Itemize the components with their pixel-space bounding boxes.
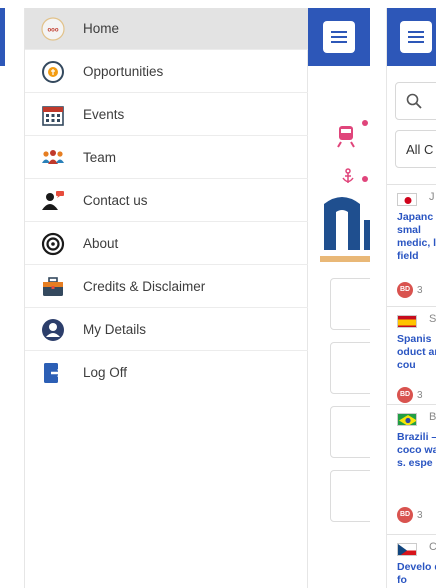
about-icon xyxy=(41,232,65,256)
team-icon xyxy=(41,146,65,170)
menu-item-label: Home xyxy=(83,21,120,36)
country-filter-select[interactable]: All C xyxy=(395,130,436,168)
menu-item-opportunities[interactable]: Opportunities xyxy=(25,51,309,93)
news-country: B xyxy=(429,411,436,423)
menu-item-label: My Details xyxy=(83,322,147,337)
pin-dot-icon xyxy=(362,176,368,182)
menu-item-events[interactable]: Events xyxy=(25,94,309,136)
home-logo-icon: ooo xyxy=(41,17,65,41)
briefcase-icon xyxy=(41,275,65,299)
menu-item-about[interactable]: About xyxy=(25,223,309,265)
background-screen-sliver xyxy=(0,0,12,588)
anchor-icon xyxy=(340,168,356,189)
opportunities-icon xyxy=(41,60,65,84)
home-card[interactable] xyxy=(330,342,370,394)
czech-flag-icon xyxy=(397,543,417,556)
menu-item-label: Log Off xyxy=(83,365,128,380)
menu-item-contact-us[interactable]: Contact us xyxy=(25,180,309,222)
menu-item-label: Team xyxy=(83,150,117,165)
calendar-icon xyxy=(41,103,65,127)
menu-button[interactable] xyxy=(323,21,355,53)
navigation-drawer: ooo Home Opportunities Events Team Conta… xyxy=(24,8,309,588)
user-icon xyxy=(41,318,65,342)
news-item[interactable]: J Japanc g smal medic, l field BD 3 xyxy=(387,184,436,298)
badge-icon: BD xyxy=(397,282,413,298)
news-title[interactable]: Japanc g smal medic, l field xyxy=(397,211,436,263)
menu-item-label: Credits & Disclaimer xyxy=(83,279,206,294)
transport-icon xyxy=(336,124,358,153)
country-filter-value: All C xyxy=(406,142,434,157)
menu-button[interactable] xyxy=(400,21,432,53)
badge-icon: BD xyxy=(397,507,413,523)
news-country: C xyxy=(429,541,436,553)
contact-icon xyxy=(41,189,65,213)
news-title[interactable]: Develo des fo xyxy=(397,561,436,587)
news-item[interactable]: S Spanis oduct an cou BD 3 xyxy=(387,306,436,403)
badge-count: 3 xyxy=(417,510,423,521)
app-header xyxy=(308,8,370,66)
background-home-screen xyxy=(308,8,370,588)
background-header-bar xyxy=(0,8,5,66)
menu-item-label: About xyxy=(83,236,119,251)
news-item[interactable]: B Brazili – coco wantir s. espe BD 3 xyxy=(387,404,436,532)
menu-item-label: Events xyxy=(83,107,125,122)
search-icon xyxy=(406,93,422,114)
menu-item-label: Opportunities xyxy=(83,64,164,79)
menu-item-team[interactable]: Team xyxy=(25,137,309,179)
brazil-flag-icon xyxy=(397,413,417,426)
menu-item-label: Contact us xyxy=(83,193,148,208)
badge-icon: BD xyxy=(397,387,413,403)
app-header xyxy=(387,8,436,66)
pin-dot-icon xyxy=(362,120,368,126)
home-card[interactable] xyxy=(330,406,370,458)
menu-item-credits-disclaimer[interactable]: Credits & Disclaimer xyxy=(25,266,309,308)
home-card[interactable] xyxy=(330,278,370,330)
news-country: J xyxy=(429,191,435,203)
news-title[interactable]: Brazili – coco wantir s. espe xyxy=(397,431,436,470)
home-card[interactable] xyxy=(330,470,370,522)
menu-item-log-off[interactable]: Log Off xyxy=(25,352,309,394)
badge-count: 3 xyxy=(417,390,423,401)
background-news-screen: All C J Japanc g smal medic, l field BD … xyxy=(386,8,436,588)
search-input[interactable] xyxy=(395,82,436,120)
news-country: S xyxy=(429,313,436,325)
news-title[interactable]: Spanis oduct an cou xyxy=(397,333,436,372)
logoff-icon xyxy=(41,361,65,385)
menu-item-home[interactable]: ooo Home xyxy=(25,8,309,50)
japan-flag-icon xyxy=(397,193,417,206)
banner-logo xyxy=(320,190,370,264)
news-item[interactable]: C Develo des fo xyxy=(387,534,436,588)
menu-item-my-details[interactable]: My Details xyxy=(25,309,309,351)
badge-count: 3 xyxy=(417,285,423,296)
svg-text:ooo: ooo xyxy=(48,28,59,34)
spain-flag-icon xyxy=(397,315,417,328)
